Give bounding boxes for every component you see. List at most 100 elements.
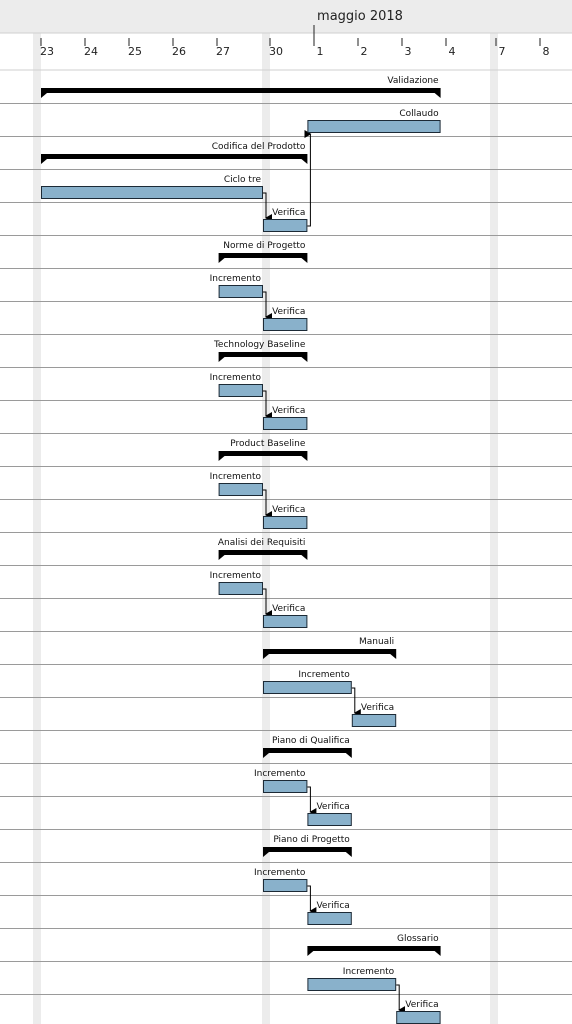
task-label: Validazione [387, 76, 439, 86]
task-bar-shape [218, 582, 264, 595]
task-bar: Ciclo tre [41, 175, 263, 199]
task-label: Incremento [210, 472, 262, 482]
summary-bar-shape [263, 748, 352, 758]
task-label: Incremento [210, 373, 262, 383]
task-bar: Verifica [263, 307, 308, 331]
task-bar-shape [263, 318, 308, 331]
task-label: Glossario [397, 934, 439, 944]
header-background [0, 0, 572, 33]
summary-bar: Validazione [41, 76, 441, 98]
task-bar-shape [351, 714, 397, 727]
task-bar: Verifica [351, 703, 397, 727]
gantt-chart: maggio 2018 23 24 25 26 27 30 1 2 3 4 7 8 Validazio… [0, 0, 572, 1024]
task-bar-shape [263, 780, 308, 793]
task-label: Incremento [298, 670, 350, 680]
task-bar: Incremento [254, 868, 308, 892]
task-label: Collaudo [399, 109, 439, 119]
day-tick-label: 1 [317, 45, 324, 58]
task-bar: Verifica [263, 208, 308, 232]
task-bar-shape [263, 417, 308, 430]
summary-bar-shape [41, 88, 441, 98]
task-bar: Verifica [307, 802, 352, 826]
task-label: Incremento [210, 571, 262, 581]
task-label: Verifica [272, 505, 305, 515]
dependency-arrow [304, 130, 312, 227]
task-bar: Incremento [254, 769, 308, 793]
task-label: Verifica [272, 307, 305, 317]
weekend-band [490, 33, 498, 1024]
summary-bar: Manuali [263, 637, 397, 659]
task-bar: Verifica [396, 1000, 441, 1024]
task-label: Codifica del Prodotto [212, 142, 306, 152]
task-bar-shape [307, 120, 441, 133]
task-label: Verifica [361, 703, 394, 713]
day-tick-label: 30 [269, 45, 283, 58]
task-label: Product Baseline [230, 439, 306, 449]
task-label: Norme di Progetto [223, 241, 306, 251]
task-label: Piano di Progetto [273, 835, 350, 845]
task-label: Incremento [343, 967, 395, 977]
summary-bar-shape [263, 847, 352, 857]
task-bar-shape [263, 681, 352, 694]
summary-bar: Glossario [307, 934, 441, 956]
dependency-arrow [307, 885, 317, 915]
month-label: maggio 2018 [317, 9, 403, 24]
task-bar: Verifica [263, 406, 308, 430]
task-bar-shape [218, 384, 264, 397]
task-bar-shape [218, 285, 264, 298]
day-tick-label: 2 [361, 45, 368, 58]
dependency-arrows [263, 130, 406, 1014]
task-bar-shape [218, 483, 264, 496]
task-bar: Collaudo [307, 109, 441, 133]
task-bar: Incremento [210, 373, 264, 397]
task-bar-shape [263, 516, 308, 529]
task-bar-shape [263, 219, 308, 232]
summary-bar-shape [263, 649, 397, 659]
task-label: Piano di Qualifica [272, 736, 350, 746]
timeline-header: maggio 2018 23 24 25 26 27 30 1 2 3 4 7 8 [0, 0, 572, 58]
task-bar-shape [263, 879, 308, 892]
task-bar-shape [263, 615, 308, 628]
task-bar-shape [307, 978, 397, 991]
task-bar: Verifica [307, 901, 352, 925]
day-tick-label: 4 [449, 45, 456, 58]
day-tick-label: 27 [216, 45, 230, 58]
task-bar-shape [41, 186, 263, 199]
task-bar: Verifica [263, 604, 308, 628]
task-bars: Validazione Collaudo Codifica del Prodotto… [41, 76, 441, 1024]
summary-bar: Piano di Progetto [263, 835, 352, 857]
task-label: Verifica [272, 208, 305, 218]
task-label: Incremento [254, 868, 306, 878]
task-label: Verifica [272, 406, 305, 416]
summary-bar-shape [307, 946, 441, 956]
weekend-band [33, 33, 41, 1024]
task-label: Ciclo tre [224, 175, 262, 185]
task-label: Verifica [272, 604, 305, 614]
day-tick-label: 25 [128, 45, 142, 58]
day-tick-label: 8 [543, 45, 550, 58]
dependency-arrow [351, 687, 361, 717]
task-bar-shape [396, 1011, 441, 1024]
dependency-arrow [307, 786, 317, 816]
task-label: Verifica [316, 901, 349, 911]
task-label: Incremento [210, 274, 262, 284]
task-label: Technology Baseline [213, 340, 306, 350]
task-label: Manuali [359, 637, 394, 647]
dependency-arrow [396, 984, 406, 1014]
task-bar: Incremento [210, 274, 264, 298]
summary-bar: Technology Baseline [213, 340, 308, 362]
day-ticks: 23 24 25 26 27 30 1 2 3 4 7 8 [40, 38, 550, 58]
task-bar: Verifica [263, 505, 308, 529]
day-tick-label: 24 [84, 45, 98, 58]
task-label: Verifica [316, 802, 349, 812]
day-tick-label: 26 [172, 45, 186, 58]
task-bar-shape [307, 813, 352, 826]
day-tick-label: 23 [40, 45, 54, 58]
task-label: Analisi dei Requisiti [218, 538, 306, 548]
task-bar-shape [307, 912, 352, 925]
task-label: Verifica [405, 1000, 438, 1010]
task-bar: Incremento [263, 670, 352, 694]
day-tick-label: 7 [499, 45, 506, 58]
task-bar: Incremento [210, 472, 264, 496]
task-label: Incremento [254, 769, 306, 779]
